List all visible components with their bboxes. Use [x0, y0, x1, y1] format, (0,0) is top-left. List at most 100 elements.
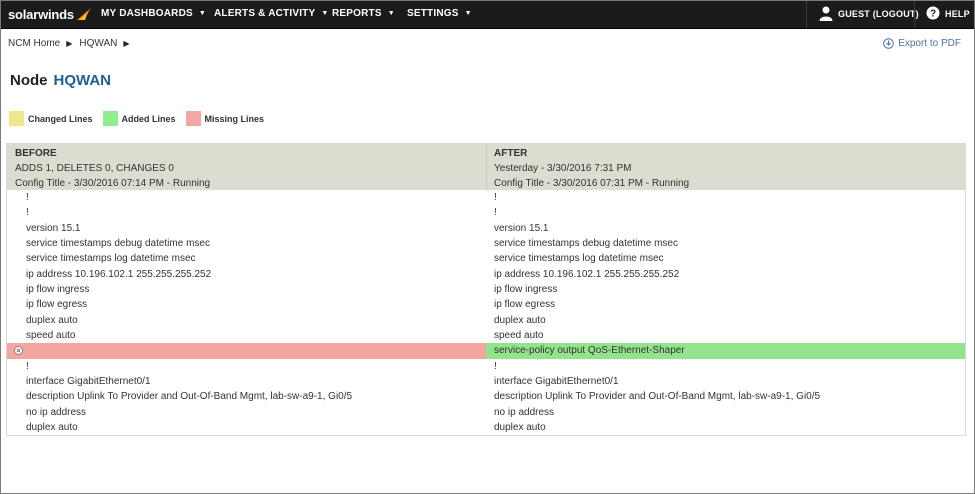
diff-row: description Uplink To Provider and Out-O… [7, 389, 965, 404]
diff-cell-after: duplex auto [486, 313, 965, 328]
diff-row: !! [7, 205, 965, 220]
svg-text:?: ? [930, 9, 936, 20]
diff-row: speed auto speed auto [7, 328, 965, 343]
diff-line-text: speed auto [26, 330, 76, 342]
diff-cell-before [7, 343, 486, 359]
diff-cell-after: version 15.1 [486, 221, 965, 236]
diff-line-text: ! [494, 192, 497, 203]
diff-cell-before: service timestamps log datetime msec [7, 251, 486, 266]
legend-swatch [9, 111, 24, 126]
diff-cell-after: ip flow ingress [486, 282, 965, 297]
nav-reports[interactable]: REPORTS ▼ [332, 0, 395, 28]
diff-cell-after: no ip address [486, 405, 965, 420]
export-icon [883, 38, 894, 49]
diff-cell-after: ip address 10.196.102.1 255.255.255.252 [486, 267, 965, 282]
diff-line-text: duplex auto [26, 314, 78, 326]
diff-line-text: service-policy output QoS-Ethernet-Shape… [494, 345, 685, 357]
legend-swatch [102, 111, 118, 126]
diff-header: BEFORE ADDS 1, DELETES 0, CHANGES 0 Conf… [7, 144, 965, 190]
diff-cell-before: ip address 10.196.102.1 255.255.255.252 [7, 267, 486, 282]
diff-line-text: version 15.1 [494, 222, 549, 234]
diff-cell-after: service timestamps log datetime msec [486, 251, 965, 266]
diff-cell-before: interface GigabitEthernet0/1 [7, 374, 486, 389]
diff-row: ip flow ingress ip flow ingress [7, 282, 965, 297]
diff-row: !! [7, 190, 965, 205]
caret-down-icon: ▼ [464, 10, 472, 17]
caret-down-icon: ▼ [387, 10, 395, 17]
help-link[interactable]: HELP [945, 0, 970, 28]
diff-cell-after: ip flow egress [486, 297, 965, 312]
brand-name: solarwinds [8, 6, 74, 22]
nav-alerts-activity[interactable]: ALERTS & ACTIVITY ▼ [214, 0, 329, 28]
diff-cell-before: service timestamps debug datetime msec [7, 236, 486, 251]
diff-line-text: ! [494, 360, 497, 372]
diff-cell-after: service timestamps debug datetime msec [486, 236, 965, 251]
nav-label: MY DASHBOARDS [101, 8, 193, 19]
breadcrumb-hqwan[interactable]: HQWAN [79, 38, 117, 49]
after-config-title: Config Title - 3/30/2016 07:31 PM - Runn… [494, 178, 690, 189]
diff-row: !! [7, 359, 965, 374]
diff-line-text: no ip address [26, 406, 87, 418]
after-summary: Yesterday - 3/30/2016 7:31 PM [494, 163, 632, 174]
diff-line-text: no ip address [494, 406, 555, 418]
nav-label: SETTINGS [407, 8, 459, 19]
nav-my-dashboards[interactable]: MY DASHBOARDS ▼ [101, 0, 206, 28]
legend-added: Added Lines [102, 111, 176, 126]
diff-cell-before: duplex auto [7, 313, 486, 328]
diff-line-text: version 15.1 [26, 222, 81, 234]
diff-legend: Changed Lines Added Lines Missing Lines [9, 111, 274, 126]
diff-cell-before: ! [7, 205, 486, 220]
diff-line-text: ! [26, 192, 29, 203]
diff-line-text: duplex auto [26, 422, 78, 434]
caret-down-icon: ▼ [321, 10, 329, 17]
diff-row: service timestamps log datetime msec serv… [7, 251, 965, 266]
diff-line-text: ! [494, 207, 497, 219]
diff-line-text: ip address 10.196.102.1 255.255.255.252 [26, 268, 212, 280]
node-name-link[interactable]: HQWAN [54, 72, 112, 89]
before-summary: ADDS 1, DELETES 0, CHANGES 0 [15, 163, 174, 174]
legend-changed: Changed Lines [9, 111, 93, 126]
diff-line-text: service timestamps debug datetime msec [26, 238, 210, 250]
breadcrumb-arrow-icon: ▶ [123, 39, 130, 48]
diff-line-text: duplex auto [494, 314, 546, 326]
diff-line-text: interface GigabitEthernet0/1 [26, 376, 151, 388]
diff-line-text: speed auto [494, 330, 544, 342]
diff-cell-after: service-policy output QoS-Ethernet-Shape… [486, 343, 965, 359]
user-logout-link[interactable]: GUEST (LOGOUT) [838, 0, 919, 28]
diff-line-text: service timestamps log datetime msec [26, 253, 196, 265]
legend-label: Added Lines [121, 113, 176, 124]
legend-label: Changed Lines [28, 113, 93, 124]
diff-cell-after: ! [486, 190, 965, 205]
nav-label: ALERTS & ACTIVITY [214, 8, 316, 19]
help-icon[interactable]: ? [926, 6, 940, 20]
diff-cell-after: speed auto [486, 328, 965, 343]
export-pdf-button[interactable]: Export to PDF [883, 38, 961, 49]
diff-line-text: description Uplink To Provider and Out-O… [494, 391, 821, 403]
breadcrumb-ncm-home[interactable]: NCM Home [8, 38, 60, 49]
diff-cell-after: interface GigabitEthernet0/1 [486, 374, 965, 389]
diff-row: ip flow egress ip flow egress [7, 297, 965, 312]
diff-line-text: ! [26, 207, 29, 219]
diff-cell-before: ! [7, 190, 486, 205]
nav-label: REPORTS [332, 8, 382, 19]
diff-row: no ip address no ip address [7, 405, 965, 420]
diff-cell-before: speed auto [7, 328, 486, 343]
after-title: AFTER [494, 148, 528, 159]
diff-line-text: ip flow egress [26, 299, 88, 311]
nav-settings[interactable]: SETTINGS ▼ [407, 0, 472, 28]
before-header: BEFORE ADDS 1, DELETES 0, CHANGES 0 Conf… [7, 144, 486, 190]
diff-line-text: ip flow ingress [26, 284, 90, 296]
diff-row: version 15.1 version 15.1 [7, 221, 965, 236]
diff-line-text: ip flow ingress [494, 284, 558, 296]
solarwinds-logo[interactable]: solarwinds [8, 6, 92, 22]
diff-cell-before: description Uplink To Provider and Out-O… [7, 389, 486, 404]
export-label: Export to PDF [898, 38, 961, 49]
diff-line-text: duplex auto [494, 422, 546, 434]
diff-cell-after: duplex auto [486, 420, 965, 435]
diff-row: service timestamps debug datetime msec se… [7, 236, 965, 251]
diff-line-text: service timestamps log datetime msec [494, 253, 664, 265]
diff-line-text: interface GigabitEthernet0/1 [494, 376, 619, 388]
page-title: Node HQWAN [10, 72, 111, 89]
diff-row: duplex auto duplex auto [7, 420, 965, 435]
diff-rows: !!!! version 15.1 version 15.1 service time… [7, 190, 965, 436]
